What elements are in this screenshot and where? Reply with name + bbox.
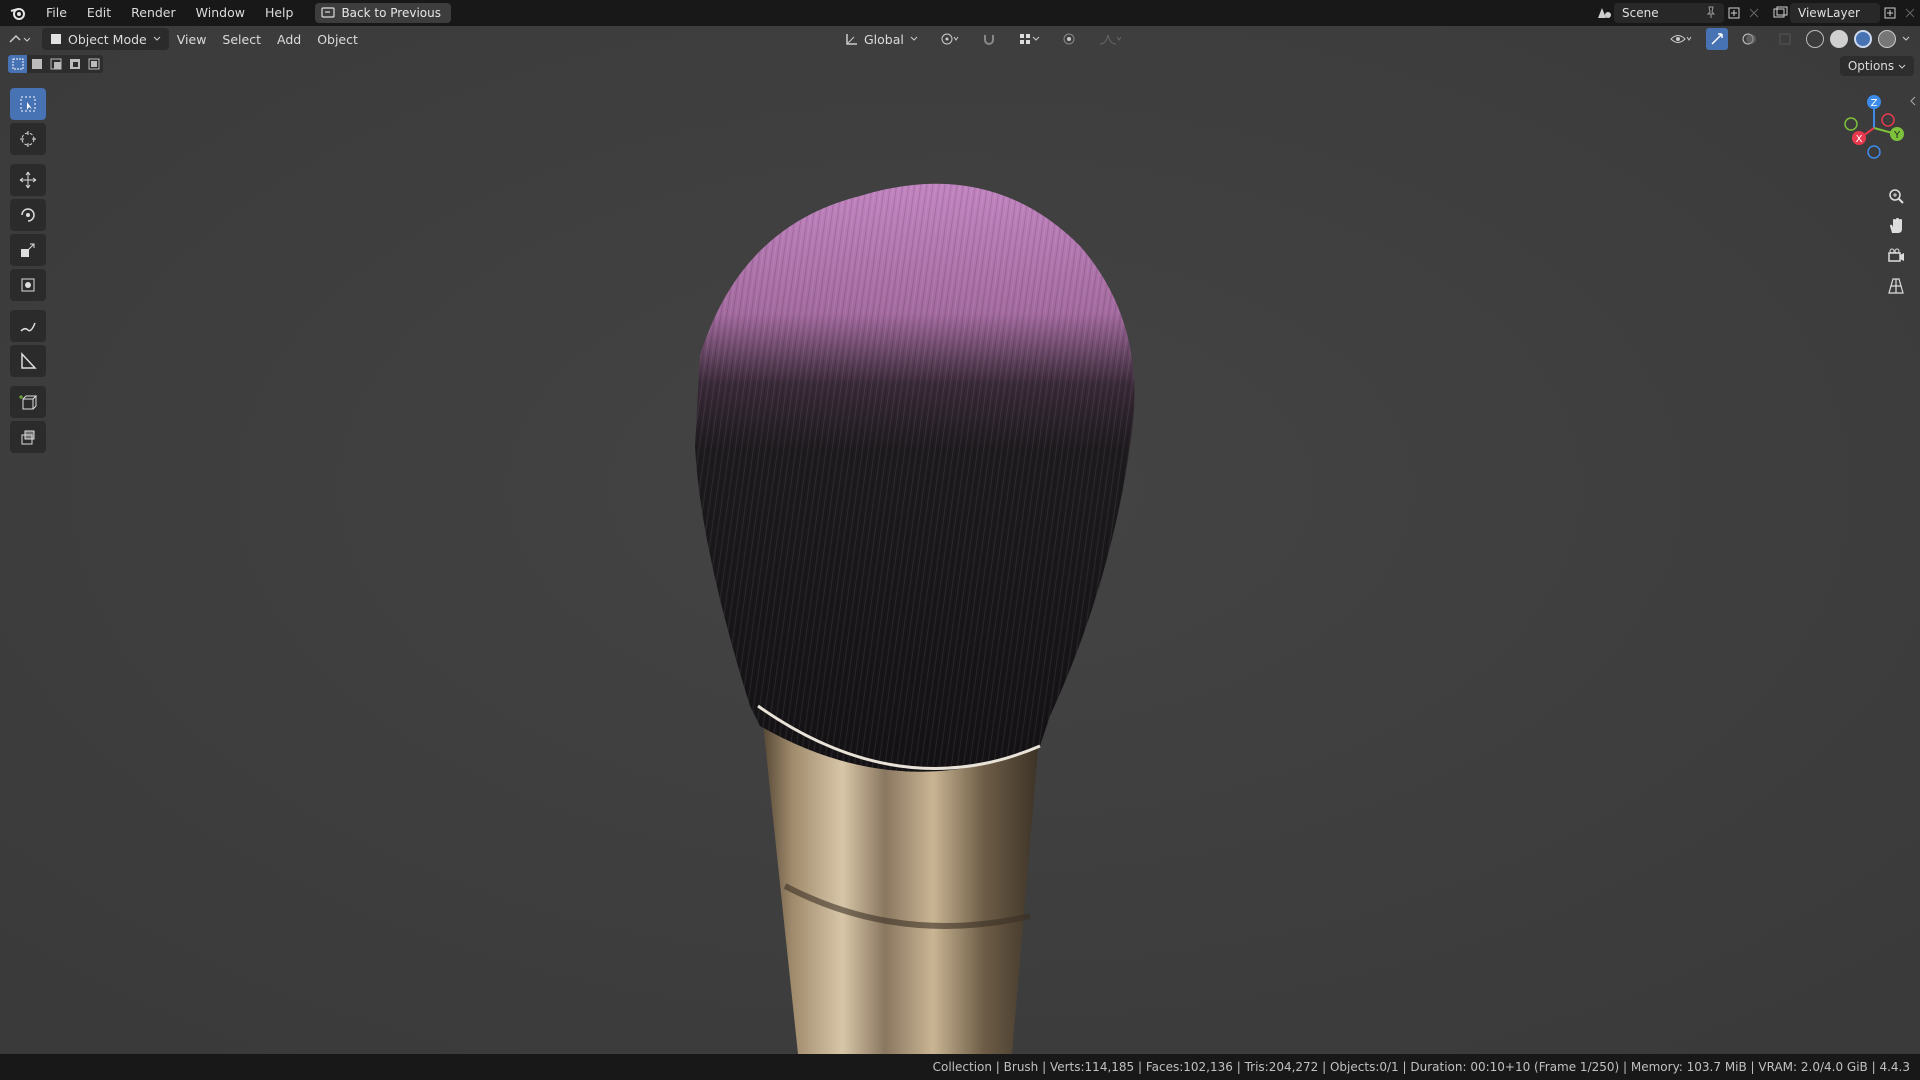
object-mode-icon — [51, 34, 61, 44]
orientation-axes-icon — [846, 34, 857, 45]
material-preview-shading-icon[interactable] — [1854, 30, 1872, 48]
delete-scene-icon[interactable] — [1744, 3, 1764, 23]
options-dropdown[interactable]: Options — [1839, 56, 1914, 76]
back-to-previous-button[interactable]: Back to Previous — [315, 3, 451, 23]
falloff-curve-icon[interactable] — [1090, 28, 1130, 50]
measure-icon[interactable] — [10, 345, 46, 377]
viewport-display-tools — [1662, 28, 1910, 50]
axis-y-label: Y — [1893, 130, 1901, 141]
menu-object[interactable]: Object — [309, 28, 366, 50]
status-info: Collection | Brush | Verts:114,185 | Fac… — [932, 1060, 1910, 1074]
menu-window[interactable]: Window — [186, 0, 255, 26]
object-mode-dropdown[interactable]: Object Mode — [42, 28, 169, 50]
xray-toggle-icon[interactable] — [1770, 28, 1800, 50]
menu-select[interactable]: Select — [214, 28, 269, 50]
sidebar-toggle-chevron-icon[interactable] — [1908, 94, 1918, 108]
menu-view[interactable]: View — [169, 28, 215, 50]
chevron-down-icon — [153, 36, 161, 41]
3d-viewport[interactable]: Object Mode View Select Add Object Globa… — [0, 26, 1920, 1054]
scale-icon[interactable] — [10, 234, 46, 266]
select-intersect-icon[interactable] — [84, 55, 103, 73]
scene-label: Scene — [1622, 6, 1659, 20]
extrude-icon[interactable] — [10, 421, 46, 453]
view-layer-label: ViewLayer — [1798, 6, 1860, 20]
grid-perspective-icon[interactable] — [1882, 272, 1910, 300]
menu-render[interactable]: Render — [121, 0, 186, 26]
proportional-edit-icon[interactable] — [1054, 28, 1084, 50]
menu-help[interactable]: Help — [255, 0, 304, 26]
selection-mode-buttons — [8, 55, 103, 73]
chevron-down-icon — [1898, 64, 1906, 69]
move-icon[interactable] — [10, 164, 46, 196]
chevron-down-icon — [910, 36, 918, 41]
wireframe-shading-icon[interactable] — [1806, 30, 1824, 48]
new-view-layer-icon[interactable] — [1880, 3, 1900, 23]
add-cube-icon[interactable] — [10, 386, 46, 418]
chevron-down-icon[interactable] — [1902, 36, 1910, 42]
delete-view-layer-icon[interactable] — [1900, 3, 1920, 23]
select-invert-icon[interactable] — [65, 55, 84, 73]
visibility-eye-icon[interactable] — [1662, 28, 1700, 50]
pan-hand-icon[interactable] — [1882, 212, 1910, 240]
rotate-icon[interactable] — [10, 199, 46, 231]
axis-x-label: X — [1856, 134, 1863, 145]
pivot-point-icon[interactable] — [932, 28, 968, 50]
status-bar: Collection | Brush | Verts:114,185 | Fac… — [0, 1054, 1920, 1080]
new-scene-icon[interactable] — [1724, 3, 1744, 23]
snap-magnet-icon[interactable] — [974, 28, 1004, 50]
back-to-previous-label: Back to Previous — [341, 6, 441, 20]
gizmo-toggle-icon[interactable] — [1706, 28, 1728, 50]
camera-icon[interactable] — [1882, 242, 1910, 270]
orientation-label: Global — [864, 31, 904, 47]
options-label: Options — [1847, 59, 1895, 73]
overlay-toggle-icon[interactable] — [1734, 28, 1764, 50]
tool-shelf — [10, 88, 46, 456]
select-subtract-icon[interactable] — [46, 55, 65, 73]
rendered-shading-icon[interactable] — [1878, 30, 1896, 48]
orientation-dropdown[interactable]: Global — [836, 28, 926, 50]
solid-shading-icon[interactable] — [1830, 30, 1848, 48]
brush-render — [0, 26, 1920, 1054]
zoom-icon[interactable] — [1882, 182, 1910, 210]
scene-type-icon[interactable] — [1594, 3, 1614, 23]
editor-type-icon[interactable] — [0, 28, 38, 50]
navigation-gizmo[interactable]: Z Y X — [1840, 88, 1910, 168]
transform-icon[interactable] — [10, 269, 46, 301]
menu-edit[interactable]: Edit — [77, 0, 121, 26]
view-layer-field[interactable]: ViewLayer — [1790, 3, 1880, 23]
blender-logo-icon[interactable] — [0, 0, 36, 26]
back-screen-icon — [321, 7, 336, 18]
annotate-icon[interactable] — [10, 310, 46, 342]
select-box-icon[interactable] — [10, 88, 46, 120]
menu-file[interactable]: File — [36, 0, 77, 26]
top-menu-bar: File Edit Render Window Help Back to Pre… — [0, 0, 1920, 26]
axis-z-label: Z — [1871, 98, 1878, 109]
select-extend-icon[interactable] — [27, 55, 46, 73]
transform-tools: Global — [836, 28, 1130, 50]
select-new-icon[interactable] — [8, 55, 27, 73]
menu-add[interactable]: Add — [269, 28, 309, 50]
snap-increment-icon[interactable] — [1010, 28, 1048, 50]
viewport-header: Object Mode View Select Add Object Globa… — [0, 26, 1920, 52]
object-mode-label: Object Mode — [68, 31, 147, 47]
topbar-right: Scene ViewLayer — [1594, 0, 1920, 26]
cursor-icon[interactable] — [10, 123, 46, 155]
scene-field[interactable]: Scene — [1614, 3, 1724, 23]
view-layer-type-icon[interactable] — [1770, 3, 1790, 23]
pin-icon[interactable] — [1706, 6, 1716, 21]
